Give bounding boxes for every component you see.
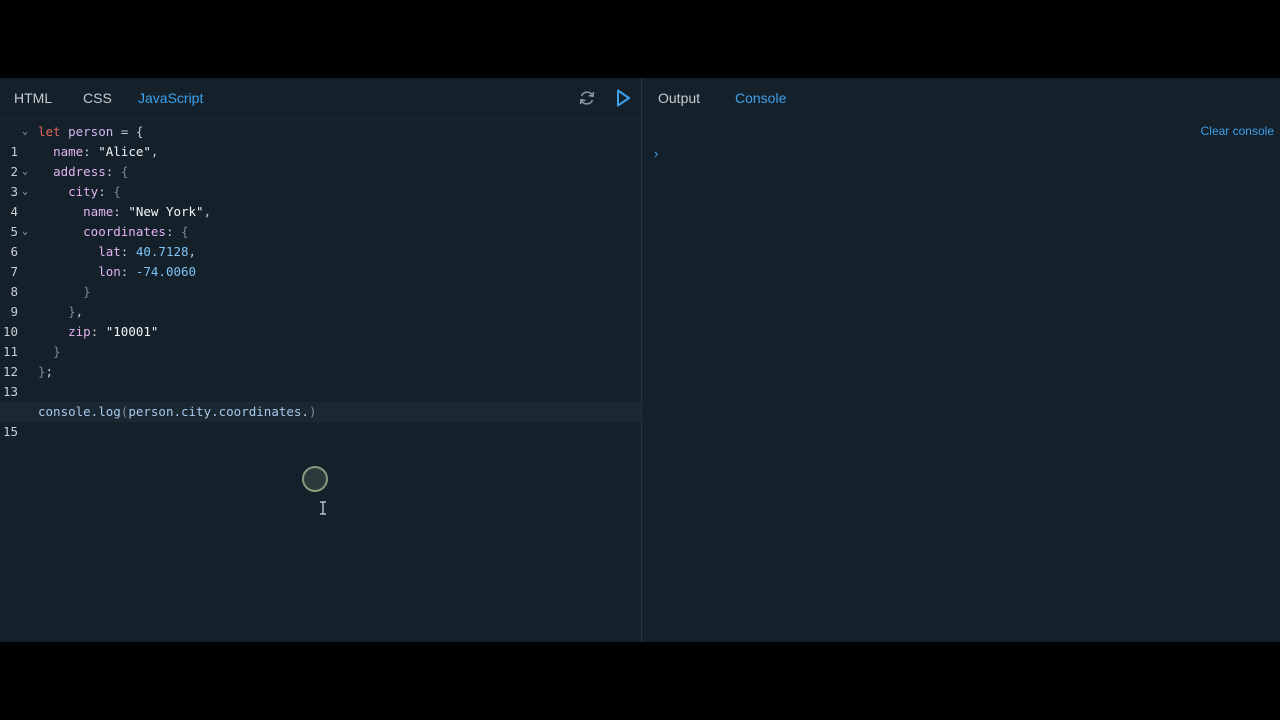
code-line[interactable]: 7 lat: 40.7128, bbox=[0, 242, 641, 279]
code-line[interactable]: 9 } bbox=[0, 282, 641, 319]
code-line[interactable]: 12 } bbox=[0, 342, 641, 379]
code-line[interactable]: 5 name: "New York", bbox=[0, 202, 641, 239]
code-property: name bbox=[53, 144, 84, 159]
editor-pane: HTML CSS JavaScript 1 ⌄ let person = {2… bbox=[0, 78, 642, 642]
tab-javascript[interactable]: JavaScript bbox=[138, 90, 203, 106]
code-property: coordinates bbox=[83, 224, 166, 239]
code-line[interactable]: 6 ⌄ coordinates: { bbox=[0, 222, 641, 259]
code-line[interactable]: 14 bbox=[0, 382, 641, 419]
code-number: 40.7128 bbox=[135, 244, 189, 259]
code-property: zip bbox=[68, 324, 91, 339]
text-cursor-icon bbox=[320, 501, 326, 515]
clear-console-link[interactable]: Clear console bbox=[1201, 124, 1274, 138]
code-line[interactable]: 11 zip: "10001" bbox=[0, 322, 641, 359]
tab-output[interactable]: Output bbox=[658, 90, 700, 106]
tab-css[interactable]: CSS bbox=[83, 90, 112, 106]
code-punctuation: = { bbox=[113, 124, 144, 139]
code-line[interactable]: 1 ⌄ let person = { bbox=[0, 122, 641, 159]
code-property: name bbox=[83, 204, 114, 219]
console-tabbar: Output Console bbox=[642, 78, 1280, 118]
code-property: lat bbox=[98, 244, 121, 259]
console-pane: Output Console Clear console › bbox=[642, 78, 1280, 642]
code-variable: person bbox=[68, 124, 114, 139]
code-property: lon bbox=[98, 264, 121, 279]
code-line-active[interactable]: 15 console.log(person.city.coordinates.) bbox=[0, 402, 641, 439]
fold-chevron-icon[interactable]: ⌄ bbox=[22, 162, 28, 182]
code-line[interactable]: 2 name: "Alice", bbox=[0, 142, 641, 179]
editor-tabbar: HTML CSS JavaScript bbox=[0, 78, 641, 119]
code-editor[interactable]: 1 ⌄ let person = { 2 name: "Alice", 3 ⌄ … bbox=[0, 120, 641, 642]
reload-icon bbox=[579, 91, 595, 105]
fold-chevron-icon[interactable]: ⌄ bbox=[22, 182, 28, 202]
tab-html[interactable]: HTML bbox=[14, 90, 52, 106]
code-number: -74.0060 bbox=[135, 264, 197, 279]
line-number: 15 bbox=[2, 424, 18, 439]
code-function: console.log bbox=[38, 404, 121, 419]
code-property: city bbox=[68, 184, 99, 199]
code-line[interactable]: 8 lon: -74.0060 bbox=[0, 262, 641, 299]
code-playground: HTML CSS JavaScript 1 ⌄ let person = {2… bbox=[0, 78, 1280, 642]
code-string: "Alice" bbox=[98, 144, 151, 159]
code-line[interactable]: 4 ⌄ city: { bbox=[0, 182, 641, 219]
code-string: "10001" bbox=[105, 324, 159, 339]
console-prompt-icon[interactable]: › bbox=[654, 146, 658, 161]
fold-chevron-icon[interactable]: ⌄ bbox=[22, 122, 28, 142]
code-property: address bbox=[53, 164, 106, 179]
fold-chevron-icon[interactable]: ⌄ bbox=[22, 222, 28, 242]
cursor-highlight-icon bbox=[302, 466, 328, 492]
code-keyword: let bbox=[38, 124, 61, 139]
reload-button[interactable] bbox=[577, 88, 597, 108]
run-button[interactable] bbox=[613, 88, 633, 108]
code-line[interactable]: 13 }; bbox=[0, 362, 641, 399]
tab-console[interactable]: Console bbox=[735, 90, 786, 106]
code-string: "New York" bbox=[128, 204, 204, 219]
code-line[interactable]: 10 }, bbox=[0, 302, 641, 339]
code-line[interactable]: 3 ⌄ address: { bbox=[0, 162, 641, 199]
play-icon bbox=[617, 89, 630, 107]
code-expression: person.city.coordinates. bbox=[128, 404, 309, 419]
